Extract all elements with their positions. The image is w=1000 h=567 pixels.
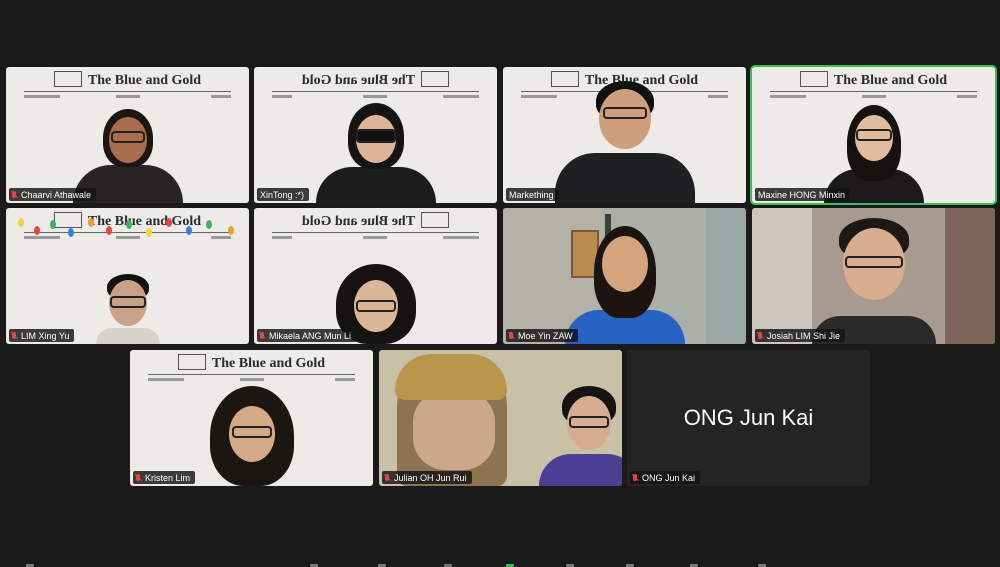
video-tile[interactable]: Moe Yin ZAW — [503, 208, 746, 344]
mic-off-icon — [758, 332, 762, 339]
newsletter-banner: The Blue and Gold — [254, 71, 497, 103]
mic-off-icon — [633, 474, 637, 481]
meeting-toolbar — [0, 563, 1000, 567]
participant-name: Markething — [506, 188, 559, 201]
newsletter-banner: The Blue and Gold — [6, 71, 249, 103]
participant-video — [311, 103, 441, 203]
mic-off-icon — [136, 474, 140, 481]
newsletter-title: The Blue and Gold — [211, 356, 326, 372]
participant-name: Julian OH Jun Rui — [382, 471, 472, 484]
video-tile[interactable]: The Blue and Gold Chaarvi Athawale — [6, 67, 249, 203]
video-tile[interactable]: Josiah LIM Shi Jie — [752, 208, 995, 344]
participant-video — [197, 386, 307, 486]
newsletter-title: The Blue and Gold — [87, 73, 202, 89]
participant-video — [560, 226, 690, 344]
video-tile[interactable]: The Blue and Gold XinTong :*) — [254, 67, 497, 203]
mic-off-icon — [385, 474, 389, 481]
video-tile-active-speaker[interactable]: The Blue and Gold Maxine HONG Minxin — [752, 67, 995, 203]
logo-icon — [177, 354, 206, 370]
logo-icon — [799, 71, 828, 87]
mic-off-icon — [12, 332, 16, 339]
participant-name: Maxine HONG Minxin — [755, 188, 851, 201]
newsletter-title: The Blue and Gold — [301, 214, 416, 230]
participant-video — [809, 218, 939, 344]
mic-off-icon — [12, 191, 16, 198]
participant-video — [550, 75, 700, 203]
participant-name: Josiah LIM Shi Jie — [755, 329, 846, 342]
string-lights-decoration — [6, 212, 249, 242]
participant-video — [539, 386, 622, 486]
participant-video — [93, 274, 163, 344]
mic-off-icon — [260, 332, 264, 339]
participant-display-name: ONG Jun Kai — [683, 405, 814, 430]
video-tile[interactable]: The Blue and Gold Kristen Lim — [130, 350, 373, 486]
video-tile[interactable]: Julian OH Jun Rui — [379, 350, 622, 486]
logo-icon — [421, 71, 450, 87]
video-tile[interactable]: The Blue and Gold Mikaela ANG Mun Li — [254, 208, 497, 344]
video-tile[interactable]: The Blue and Gold LIM Xing Yu — [6, 208, 249, 344]
logo-icon — [53, 71, 82, 87]
participant-name: Kristen Lim — [133, 471, 196, 484]
video-tile[interactable]: The Blue and Gold Markething — [503, 67, 746, 203]
mic-off-icon — [509, 332, 513, 339]
newsletter-banner: The Blue and Gold — [752, 71, 995, 103]
newsletter-banner: The Blue and Gold — [254, 212, 497, 244]
participant-name: Chaarvi Athawale — [9, 188, 97, 201]
participant-name: ONG Jun Kai — [630, 471, 701, 484]
participant-name: Moe Yin ZAW — [506, 329, 578, 342]
newsletter-title: The Blue and Gold — [301, 73, 416, 89]
logo-icon — [421, 212, 450, 228]
newsletter-title: The Blue and Gold — [833, 73, 948, 89]
participant-name: Mikaela ANG Mun Li — [257, 329, 357, 342]
video-tile-camera-off[interactable]: ONG Jun Kai ONG Jun Kai — [627, 350, 870, 486]
participant-name: XinTong :*) — [257, 188, 310, 201]
newsletter-banner: The Blue and Gold — [130, 354, 373, 386]
participant-name: LIM Xing Yu — [9, 329, 75, 342]
